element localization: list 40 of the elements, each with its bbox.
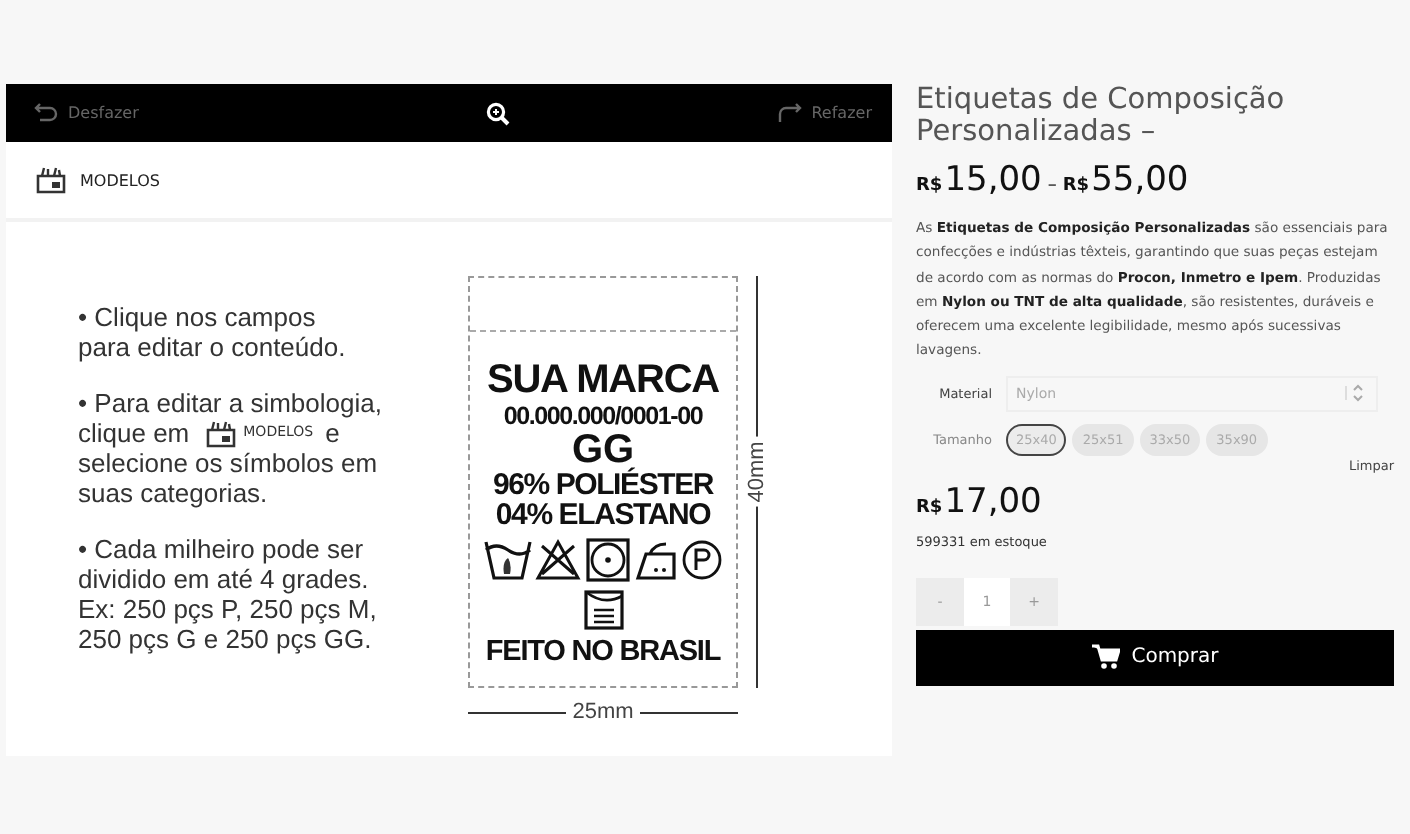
price-text: 55,00: [1091, 160, 1189, 200]
instruction-text: dividido em até 4 grades.: [78, 564, 369, 594]
price-text: 17,00: [944, 481, 1042, 522]
zoom-icon[interactable]: [486, 101, 511, 125]
care-symbols-drawing[interactable]: [481, 533, 725, 585]
size-text[interactable]: GG: [571, 429, 635, 469]
currency-text: R$: [916, 497, 943, 518]
range-separator: –: [1047, 176, 1057, 196]
instruction-text: • Para editar a simbologia,: [78, 388, 382, 418]
composition-text[interactable]: 96% POLIÉSTER: [492, 469, 714, 499]
instruction-text: para editar o conteúdo.: [78, 332, 346, 362]
undo-button[interactable]: Desfazer: [34, 102, 139, 124]
instruction-text: e: [325, 418, 340, 448]
instruction-text: clique em: [78, 418, 190, 448]
cart-icon: [1091, 644, 1120, 671]
toolbox-icon: [205, 419, 236, 447]
models-button[interactable]: MODELOS: [36, 166, 160, 194]
instruction-text: 250 pçs G e 250 pçs GG.: [78, 624, 372, 654]
buy-button[interactable]: Comprar: [916, 629, 1394, 686]
toolbox-icon: [36, 166, 66, 194]
origin-text[interactable]: FEITO NO BRASIL: [485, 637, 721, 666]
brand-text[interactable]: SUA MARCA: [486, 360, 720, 400]
instruction-text: selecione os símbolos em: [78, 448, 378, 478]
instruction-text: suas categorias.: [78, 478, 268, 508]
undo-icon: [34, 102, 58, 124]
cnpj-text[interactable]: 00.000.000/0001-00: [503, 404, 703, 429]
redo-button[interactable]: Refazer: [777, 102, 872, 124]
redo-icon: [777, 102, 802, 124]
currency-text: R$: [916, 176, 943, 196]
height-text: 40mm: [744, 437, 769, 507]
width-text: 25mm: [572, 700, 634, 724]
select-arrows-icon: [1344, 384, 1364, 403]
composition-text[interactable]: 04% ELASTANO: [495, 499, 711, 529]
instruction-text: Ex: 250 pçs P, 250 pçs M,: [78, 594, 377, 624]
drying-symbol-icon[interactable]: [583, 589, 623, 629]
instruction-text: • Clique nos campos: [78, 302, 316, 332]
instruction-text: • Cada milheiro pode ser: [78, 534, 364, 564]
product-title: Etiquetas de Composição Personalizadas –: [916, 84, 1287, 148]
price-text: 15,00: [944, 160, 1042, 200]
currency-text: R$: [1062, 176, 1090, 196]
